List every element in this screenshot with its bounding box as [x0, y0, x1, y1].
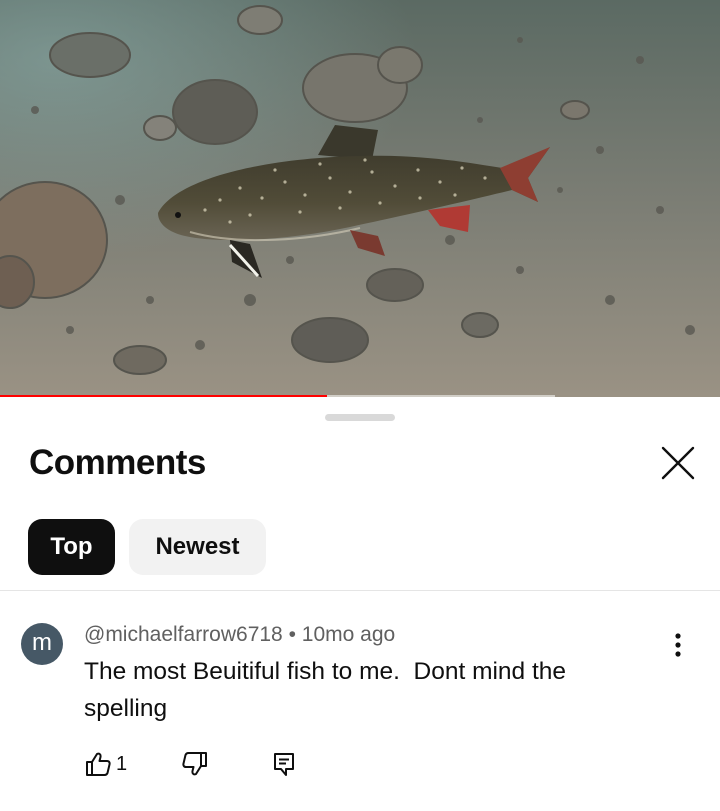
avatar[interactable]: m — [21, 623, 63, 665]
reply-icon — [274, 753, 294, 776]
close-button[interactable] — [654, 439, 702, 487]
drag-handle[interactable] — [325, 414, 395, 421]
playback-progress-bar[interactable] — [0, 395, 327, 397]
reply-button[interactable] — [272, 749, 296, 779]
comments-title: Comments — [29, 443, 206, 482]
close-icon — [661, 446, 695, 480]
filter-chip-newest[interactable]: Newest — [129, 519, 266, 575]
comment-options-button[interactable] — [660, 627, 696, 663]
thumb-down-icon — [182, 752, 207, 776]
comment-meta: @michaelfarrow6718 • 10mo ago — [84, 623, 395, 647]
divider — [0, 590, 720, 591]
comment-text: The most Beuitiful fish to me. Dont mind… — [84, 658, 573, 722]
thumb-up-icon — [86, 752, 111, 776]
meta-separator: • — [288, 623, 296, 646]
comment-age: 10mo ago — [301, 623, 396, 646]
video-player[interactable] — [0, 0, 720, 397]
more-vert-icon — [675, 633, 681, 657]
like-button[interactable]: 1 — [84, 749, 127, 779]
comment-author[interactable]: @michaelfarrow6718 — [84, 623, 283, 646]
like-count: 1 — [116, 752, 128, 775]
filter-chip-top[interactable]: Top — [28, 519, 115, 575]
comments-panel: Comments Top Newest m @michaelfarrow6718… — [0, 401, 720, 811]
dislike-button[interactable] — [181, 749, 209, 779]
video-frame — [0, 0, 720, 397]
